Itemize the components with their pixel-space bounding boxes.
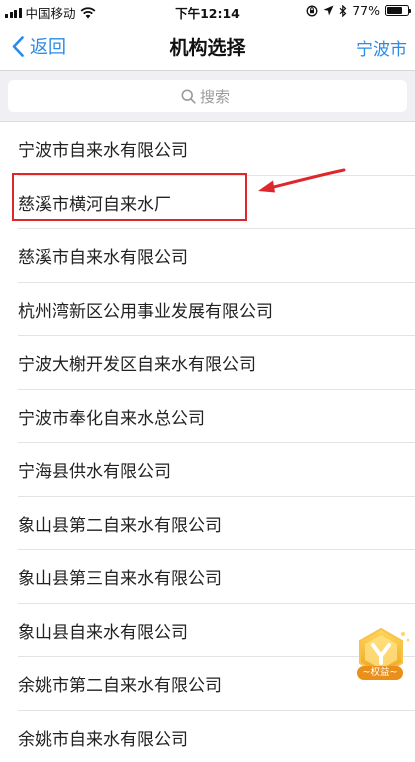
organization-name: 象山县第三自来水有限公司 [18,569,222,590]
status-left: 中国移动 [5,3,96,22]
search-bar: 搜索 [0,71,415,122]
organization-name: 余姚市第二自来水有限公司 [18,676,222,697]
carrier-label: 中国移动 [25,6,76,21]
battery-fill [387,7,403,14]
wifi-icon [80,6,95,18]
organization-item[interactable]: 宁海县供水有限公司 [0,443,415,497]
battery-percent: 77% [352,3,380,18]
organization-name: 宁海县供水有限公司 [18,462,171,483]
organization-name: 宁波大榭开发区自来水有限公司 [18,355,256,376]
organization-item[interactable]: 象山县第二自来水有限公司 [0,497,415,551]
signal-icon [5,7,22,18]
chevron-left-icon [12,35,24,57]
organization-item[interactable]: 慈溪市横河自来水厂 [0,176,415,230]
organization-name: 杭州湾新区公用事业发展有限公司 [18,301,273,322]
city-selector-button[interactable]: 宁波市 [356,35,407,60]
back-button[interactable]: 返回 [12,33,66,59]
organization-item[interactable]: 宁波市自来水有限公司 [0,122,415,176]
status-right: 77% [306,3,411,18]
organization-name: 宁波市奉化自来水总公司 [18,408,205,429]
search-placeholder: 搜索 [199,87,230,106]
organization-item[interactable]: 宁波市奉化自来水总公司 [0,390,415,444]
organization-name: 象山县自来水有限公司 [18,622,188,643]
bluetooth-icon [339,4,347,17]
organization-item[interactable]: 杭州湾新区公用事业发展有限公司 [0,283,415,337]
search-field[interactable]: 搜索 [8,80,407,112]
back-button-label: 返回 [30,37,66,58]
organization-name: 慈溪市横河自来水厂 [18,194,171,215]
organization-name: 宁波市自来水有限公司 [18,141,188,162]
screen: 中国移动 下午12:14 77% 返回 机构选择 宁波市 搜索 宁波市自来水有限… [0,0,415,762]
rights-badge-button[interactable]: ~权益~ [348,625,414,687]
organization-item[interactable]: 宁波大榭开发区自来水有限公司 [0,336,415,390]
location-icon [323,5,334,16]
organization-item[interactable]: 余姚市自来水有限公司 [0,711,415,762]
organization-item[interactable]: 象山县第三自来水有限公司 [0,550,415,604]
rights-badge-label: ~权益~ [362,667,398,678]
organization-name: 象山县第二自来水有限公司 [18,515,222,536]
navigation-bar: 返回 机构选择 宁波市 [0,22,415,71]
battery-icon [385,5,411,16]
organization-item[interactable]: 慈溪市自来水有限公司 [0,229,415,283]
status-bar: 中国移动 下午12:14 77% [0,0,415,22]
organization-name: 慈溪市自来水有限公司 [18,248,188,269]
search-icon [181,88,196,104]
orientation-lock-icon [306,5,318,16]
organization-name: 余姚市自来水有限公司 [18,729,188,750]
